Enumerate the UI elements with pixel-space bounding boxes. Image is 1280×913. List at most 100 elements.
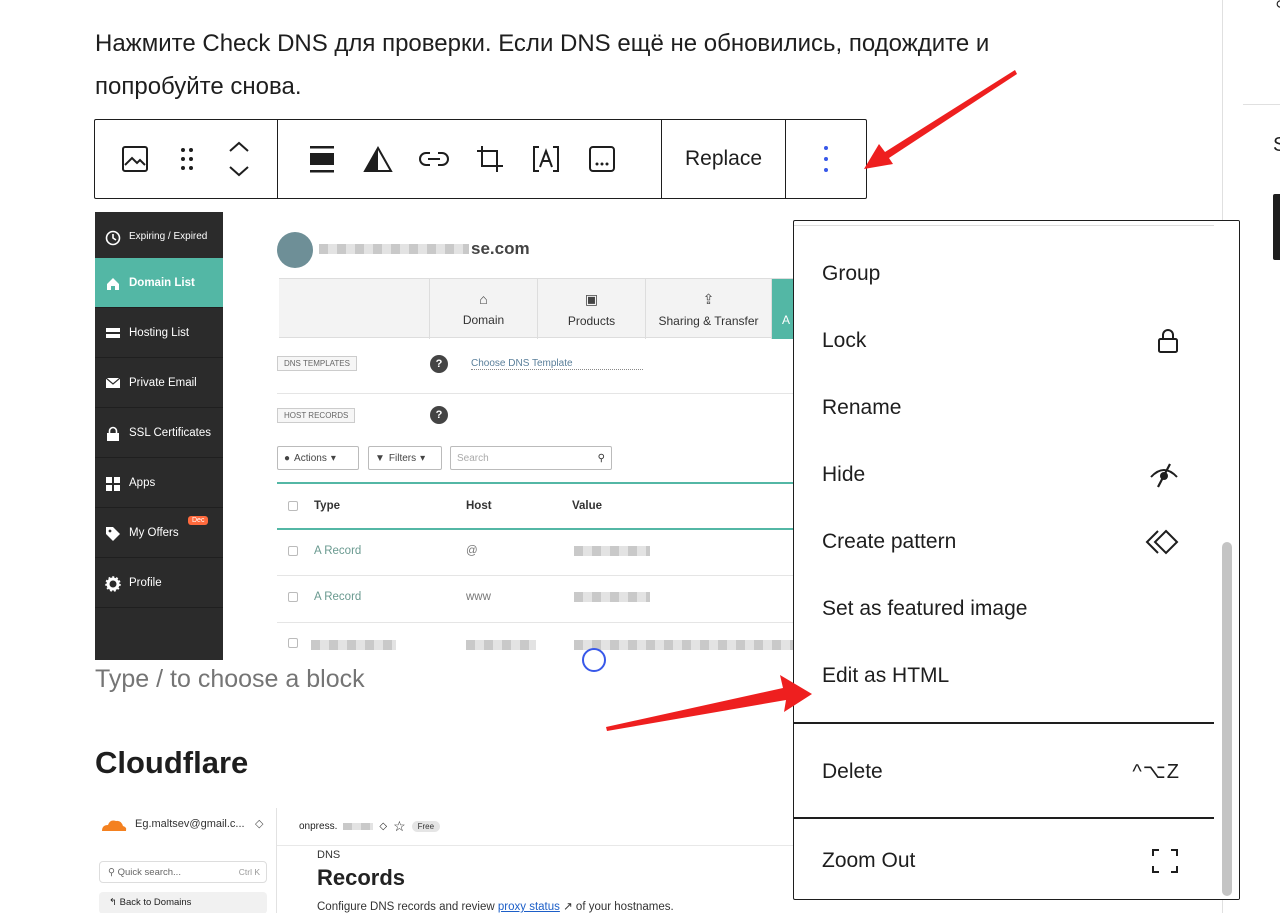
- pattern-icon: [1145, 529, 1179, 554]
- nc-tab-products: ▣ Products: [537, 279, 645, 339]
- mail-icon: [105, 376, 121, 390]
- sidebar-divider: [1243, 104, 1280, 105]
- more-vertical-icon[interactable]: [798, 120, 854, 198]
- nc-domain-name: se.com: [319, 239, 530, 259]
- hide-icon: [1150, 462, 1178, 488]
- menu-scrollbar-thumb[interactable]: [1222, 542, 1232, 896]
- nc-sidebar: Expiring / Expired Domain List Hosting L…: [95, 212, 223, 660]
- menu-item-create-pattern[interactable]: Create pattern: [794, 508, 1214, 575]
- contrast-icon[interactable]: [350, 120, 406, 198]
- menu-item-delete[interactable]: Delete ^⌥Z: [794, 738, 1214, 805]
- cf-description: Configure DNS records and review proxy s…: [317, 901, 674, 913]
- paragraph-block[interactable]: Нажмите Check DNS для проверки. Если DNS…: [95, 22, 1115, 108]
- nc-sidebar-item-apps: Apps: [95, 458, 223, 508]
- block-options-menu: Group Lock Rename Hide Create pattern Se…: [793, 220, 1240, 900]
- sidebar-dark-button[interactable]: [1273, 194, 1280, 260]
- nc-sidebar-item-email: Private Email: [95, 358, 223, 408]
- align-icon[interactable]: [294, 120, 350, 198]
- more-horizontal-icon[interactable]: [574, 120, 630, 198]
- gear-icon: [105, 575, 121, 592]
- nc-sidebar-item-ssl: SSL Certificates: [95, 408, 223, 458]
- drag-handle-icon[interactable]: [161, 120, 213, 198]
- chevron-updown-icon: ◇: [255, 818, 264, 830]
- offers-badge: Dec: [188, 516, 209, 525]
- star-icon: ☆: [393, 818, 406, 834]
- link-icon[interactable]: [406, 120, 462, 198]
- col-value: Value: [572, 500, 603, 512]
- block-appender-placeholder[interactable]: Type / to choose a block: [95, 665, 365, 694]
- sidebar-top-glyph: ⊂: [1275, 0, 1280, 14]
- col-host: Host: [466, 500, 492, 512]
- tag-icon: [105, 526, 121, 541]
- cf-account-name: Eg.maltsev@gmail.c...: [135, 818, 245, 830]
- menu-divider: [794, 817, 1214, 819]
- blurred-value: [311, 640, 396, 650]
- crop-icon[interactable]: [462, 120, 518, 198]
- delete-shortcut: ^⌥Z: [1132, 761, 1180, 783]
- clock-icon: [105, 230, 121, 245]
- menu-item-group[interactable]: Group: [794, 240, 1214, 307]
- toolbar-group-tools: [278, 120, 662, 198]
- blurred-value: [574, 592, 650, 602]
- padlock-icon: [105, 426, 121, 441]
- replace-button[interactable]: Replace: [685, 147, 762, 171]
- nc-sidebar-item-hosting: Hosting List: [95, 308, 223, 358]
- help-icon: ?: [430, 355, 448, 373]
- toolbar-group-options: [786, 120, 866, 198]
- text-overlay-icon[interactable]: [518, 120, 574, 198]
- nc-tab-sharing: ⇪ Sharing & Transfer: [645, 279, 771, 339]
- sidebar-letter: S: [1273, 134, 1280, 156]
- nc-sidebar-item-expiring: Expiring / Expired: [95, 212, 223, 262]
- cf-sidebar: Eg.maltsev@gmail.c... ◇ ⚲ Quick search..…: [95, 808, 277, 913]
- toolbar-group-replace: Replace: [662, 120, 786, 198]
- nc-row-host: @: [466, 545, 478, 557]
- lock-icon: [1158, 328, 1178, 353]
- toolbar-group-block: [95, 120, 278, 198]
- server-icon: [105, 326, 121, 340]
- actions-dropdown: ● Actions ▾: [277, 446, 359, 470]
- home-icon: [105, 276, 121, 290]
- nc-checkbox: [288, 592, 298, 602]
- cf-quick-search: ⚲ Quick search... Ctrl K: [99, 861, 267, 883]
- col-type: Type: [314, 500, 340, 512]
- block-toolbar: Replace: [94, 119, 867, 199]
- store-icon: [277, 232, 313, 268]
- cf-back-to-domains: ↰ Back to Domains: [99, 892, 267, 913]
- apps-icon: [105, 476, 121, 491]
- host-records-label: HOST RECORDS: [277, 408, 356, 423]
- nc-checkbox: [288, 638, 298, 648]
- resize-handle[interactable]: [582, 648, 606, 672]
- fullscreen-icon: [1152, 848, 1178, 873]
- move-up-down-icon[interactable]: [213, 120, 265, 198]
- nc-checkbox: [288, 501, 298, 511]
- nc-sidebar-item-profile: Profile: [95, 558, 223, 608]
- menu-item-zoom-out[interactable]: Zoom Out: [794, 827, 1214, 894]
- menu-item-rename[interactable]: Rename: [794, 374, 1214, 441]
- cf-section-label: DNS: [317, 849, 341, 861]
- blurred-value: [574, 640, 794, 650]
- menu-item-hide[interactable]: Hide: [794, 441, 1214, 508]
- blurred-domain: [319, 244, 469, 254]
- cloudflare-logo-icon: [102, 820, 127, 831]
- menu-item-lock[interactable]: Lock: [794, 307, 1214, 374]
- nc-sidebar-item-offers: My Offers Dec: [95, 508, 223, 558]
- arrow-to-edit-html: [606, 675, 812, 731]
- help-icon: ?: [430, 406, 448, 424]
- cf-page-title: Records: [317, 865, 406, 890]
- heading-block[interactable]: Cloudflare: [95, 745, 248, 781]
- image-icon[interactable]: [109, 120, 161, 198]
- nc-tab-domain: ⌂ Domain: [429, 279, 537, 339]
- blurred-value: [574, 546, 650, 556]
- blurred-value: [466, 640, 536, 650]
- nc-sidebar-item-domain-list: Domain List: [95, 258, 223, 308]
- nc-row-host: www: [466, 591, 491, 603]
- menu-item-edit-html[interactable]: Edit as HTML: [794, 642, 1214, 709]
- nc-checkbox: [288, 546, 298, 556]
- menu-item-featured-image[interactable]: Set as featured image: [794, 575, 1214, 642]
- menu-top-divider: [794, 225, 1214, 226]
- cf-zone-selector: onpress. ◇ ☆ Free: [299, 818, 441, 835]
- nc-row-type: A Record: [314, 545, 362, 557]
- nc-search-field: Search ⚲: [450, 446, 612, 470]
- nc-row-type: A Record: [314, 591, 362, 603]
- filters-dropdown: ▼ Filters ▾: [368, 446, 442, 470]
